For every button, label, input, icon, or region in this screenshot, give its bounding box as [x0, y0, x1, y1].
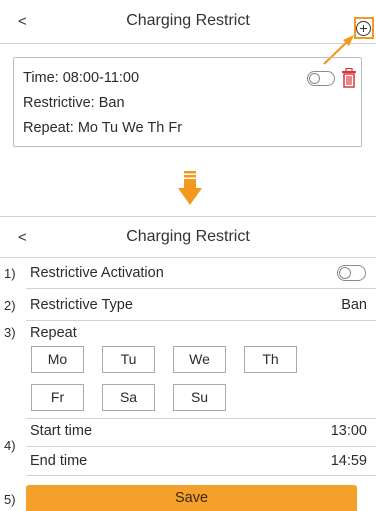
toggle-knob — [309, 73, 320, 84]
day-we[interactable]: We — [173, 346, 226, 373]
end-time-value[interactable]: 14:59 — [331, 453, 367, 469]
activation-label: Restrictive Activation — [30, 265, 164, 281]
row-divider — [26, 288, 376, 289]
save-button[interactable]: Save — [26, 485, 357, 511]
day-tu[interactable]: Tu — [102, 346, 155, 373]
row-divider — [26, 320, 376, 321]
type-label: Restrictive Type — [30, 297, 133, 313]
day-su[interactable]: Su — [173, 384, 226, 411]
step-number: 3) — [4, 325, 16, 340]
day-mo[interactable]: Mo — [31, 346, 84, 373]
row-divider — [26, 446, 376, 447]
row-divider — [26, 475, 376, 476]
page-title: Charging Restrict — [126, 228, 250, 245]
rule-restrictive: Restrictive: Ban — [23, 95, 125, 111]
day-th[interactable]: Th — [244, 346, 297, 373]
rule-toggle[interactable] — [307, 71, 335, 86]
rule-repeat: Repeat: Mo Tu We Th Fr — [23, 120, 183, 136]
arrow-down-icon — [178, 171, 202, 205]
activation-toggle[interactable] — [337, 265, 366, 281]
step-number: 2) — [4, 298, 16, 313]
add-icon[interactable] — [356, 21, 371, 36]
start-time-label: Start time — [30, 423, 93, 439]
repeat-label: Repeat — [30, 325, 77, 341]
step-number: 5) — [4, 492, 16, 507]
toggle-knob — [339, 267, 351, 279]
header-divider — [0, 257, 376, 258]
rule-time: Time: 08:00-11:00 — [23, 70, 140, 86]
step-number: 4) — [4, 438, 16, 453]
day-fr[interactable]: Fr — [31, 384, 84, 411]
bottom-header: < Charging Restrict — [0, 217, 376, 257]
trash-icon[interactable] — [341, 68, 357, 88]
day-sa[interactable]: Sa — [102, 384, 155, 411]
row-divider — [26, 418, 376, 419]
start-time-value[interactable]: 13:00 — [331, 423, 367, 439]
step-number: 1) — [4, 266, 16, 281]
rule-card[interactable]: Time: 08:00-11:00 Restrictive: Ban Repea… — [13, 57, 362, 147]
type-value[interactable]: Ban — [341, 297, 367, 313]
end-time-label: End time — [30, 453, 88, 469]
page-title: Charging Restrict — [126, 12, 250, 29]
